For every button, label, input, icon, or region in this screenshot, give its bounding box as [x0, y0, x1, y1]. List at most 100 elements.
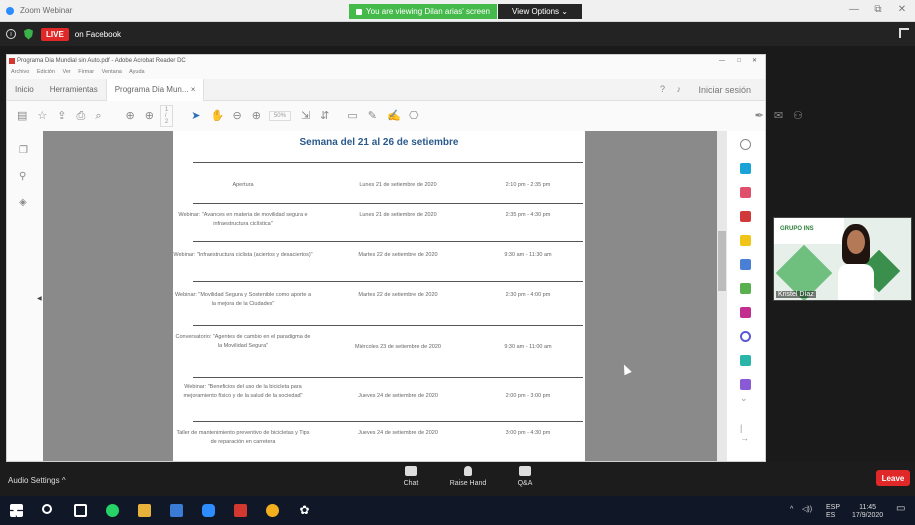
menu-ver[interactable]: Ver	[62, 69, 70, 75]
task-view-icon[interactable]	[74, 504, 87, 517]
chevron-down-icon[interactable]: ⌄	[740, 393, 751, 404]
combine-files-icon[interactable]	[740, 259, 751, 270]
bookmark-star-icon[interactable]: ☆	[37, 110, 47, 122]
protect-icon[interactable]	[740, 331, 751, 342]
chrome-icon[interactable]	[266, 504, 279, 517]
page-up-icon[interactable]: ⊕	[125, 110, 134, 122]
email-icon[interactable]: ✉	[774, 110, 783, 122]
tab-document[interactable]: Programa Dia Mun... ×	[105, 78, 205, 101]
menu-ventana[interactable]: Ventana	[102, 69, 122, 75]
maximize-icon[interactable]: ⧉	[866, 4, 890, 15]
view-options-button[interactable]: View Options ⌄	[498, 4, 582, 19]
time-cell: 2:00 pm - 3:00 pm	[505, 393, 551, 399]
hand-tool-icon[interactable]: ✋	[210, 110, 224, 122]
comment-icon[interactable]: ▭	[347, 110, 357, 122]
date-cell: Jueves 24 de setiembre de 2020	[358, 430, 438, 436]
acrobat-close-icon[interactable]: ✕	[752, 55, 757, 67]
zoom-level-field[interactable]: 50%	[268, 111, 291, 121]
more-tools-icon[interactable]	[740, 379, 751, 390]
page-number-field[interactable]: 1 / 2	[159, 105, 174, 127]
help-icon[interactable]: ?	[660, 84, 665, 94]
minimize-icon[interactable]: —	[842, 4, 866, 15]
share-banner-text: You are viewing Dilan arias' screen	[366, 7, 490, 16]
fullscreen-icon[interactable]	[899, 28, 909, 38]
settings-gear-icon[interactable]: ✿	[298, 504, 311, 517]
attachments-icon[interactable]: ⚲	[19, 171, 30, 182]
chat-button[interactable]: Chat	[391, 466, 431, 487]
print-icon[interactable]: ⎙	[77, 110, 86, 122]
divider	[193, 377, 583, 378]
live-badge[interactable]: LIVE	[41, 27, 69, 41]
send-for-signature-icon[interactable]	[740, 307, 751, 318]
highlight-pen-icon[interactable]: ✎	[368, 110, 377, 122]
select-cursor-icon[interactable]: ➤	[191, 110, 200, 122]
participant-video[interactable]: GRUPO INS Kristel Díaz	[773, 217, 912, 301]
zoom-out-icon[interactable]: ⊖	[232, 110, 241, 122]
info-icon[interactable]: i	[6, 29, 16, 39]
create-pdf-icon[interactable]: ▤	[17, 110, 27, 122]
stamp-icon[interactable]: ⎔	[409, 110, 419, 122]
zoom-app-icon[interactable]	[202, 504, 215, 517]
event-cell: Webinar: "Beneficios del uso de la bicic…	[183, 384, 303, 399]
acrobat-app-icon[interactable]	[234, 504, 247, 517]
scroll-mode-icon[interactable]: ⇵	[320, 110, 329, 122]
close-icon[interactable]: ✕	[890, 4, 914, 15]
raise-hand-button[interactable]: Raise Hand	[442, 466, 494, 487]
sign-icon[interactable]: ✒	[755, 110, 764, 122]
fit-page-icon[interactable]: ⇲	[301, 110, 310, 122]
comment-tool-icon[interactable]	[740, 235, 751, 246]
menu-edicion[interactable]: Edición	[37, 69, 55, 75]
qa-icon	[519, 466, 531, 476]
tab-herramientas[interactable]: Herramientas	[42, 85, 106, 94]
notifications-icon[interactable]: ♪	[677, 84, 682, 94]
upload-icon[interactable]: ⇪	[57, 110, 66, 122]
edit-pdf-icon[interactable]	[740, 211, 751, 222]
page-thumbnails-icon[interactable]: ❐	[19, 145, 30, 156]
zoom-search-icon[interactable]	[740, 139, 751, 150]
windows-start-icon[interactable]	[10, 504, 23, 517]
collapse-left-panel-icon[interactable]: ◀	[37, 295, 42, 302]
teams-icon[interactable]	[170, 504, 183, 517]
leave-button[interactable]: Leave	[876, 470, 910, 486]
acrobat-maximize-icon[interactable]: □	[737, 55, 741, 67]
date-cell: Martes 22 de setiembre de 2020	[358, 252, 438, 258]
security-shield-icon[interactable]	[24, 28, 33, 40]
menu-archivo[interactable]: Archivo	[11, 69, 29, 75]
menu-firmar[interactable]: Firmar	[78, 69, 94, 75]
tab-inicio[interactable]: Inicio	[7, 85, 42, 94]
person-share-icon[interactable]: ⚇	[793, 110, 803, 122]
logo-text: GRUPO INS	[780, 226, 814, 232]
audio-settings-button[interactable]: Audio Settings ^	[8, 476, 66, 485]
whatsapp-icon[interactable]	[106, 504, 119, 517]
live-destination-text: on Facebook	[74, 29, 122, 39]
notifications-icon[interactable]: ▭	[896, 504, 905, 514]
search-icon[interactable]	[42, 504, 52, 514]
organize-pages-icon[interactable]	[740, 187, 751, 198]
zoom-in-icon[interactable]: ⊕	[252, 110, 261, 122]
volume-icon[interactable]: ◁))	[802, 506, 812, 514]
date-cell: Jueves 24 de setiembre de 2020	[358, 393, 438, 399]
file-explorer-icon[interactable]	[138, 504, 151, 517]
time-cell: 9:30 am - 11:00 am	[504, 344, 552, 350]
acrobat-minimize-icon[interactable]: —	[719, 55, 725, 67]
show-hidden-icons-icon[interactable]: ^	[790, 506, 793, 514]
divider	[193, 325, 583, 326]
clock[interactable]: 11:45 17/9/2020	[852, 504, 883, 520]
vertical-scrollbar[interactable]	[717, 131, 727, 461]
draw-icon[interactable]: ✍	[387, 110, 401, 122]
sign-in-button[interactable]: Iniciar sesión	[698, 85, 751, 95]
schedule-heading: Semana del 21 al 26 de setiembre	[299, 137, 459, 148]
page-down-icon[interactable]: ⊕	[145, 110, 154, 122]
export-pdf-icon[interactable]	[740, 163, 751, 174]
fill-sign-icon[interactable]	[740, 283, 751, 294]
layers-icon[interactable]: ◈	[19, 197, 30, 208]
input-language[interactable]: ESP ES	[826, 504, 840, 520]
event-cell: Taller de mantenimiento preventivo de bi…	[176, 430, 310, 445]
menu-ayuda[interactable]: Ayuda	[129, 69, 145, 75]
scrollbar-thumb[interactable]	[718, 231, 726, 291]
search-icon[interactable]: ⌕	[95, 110, 101, 122]
event-cell: Apertura	[232, 182, 254, 188]
scan-ocr-icon[interactable]	[740, 355, 751, 366]
qa-button[interactable]: Q&A	[505, 466, 545, 487]
expand-panel-icon[interactable]: |→	[740, 423, 751, 443]
